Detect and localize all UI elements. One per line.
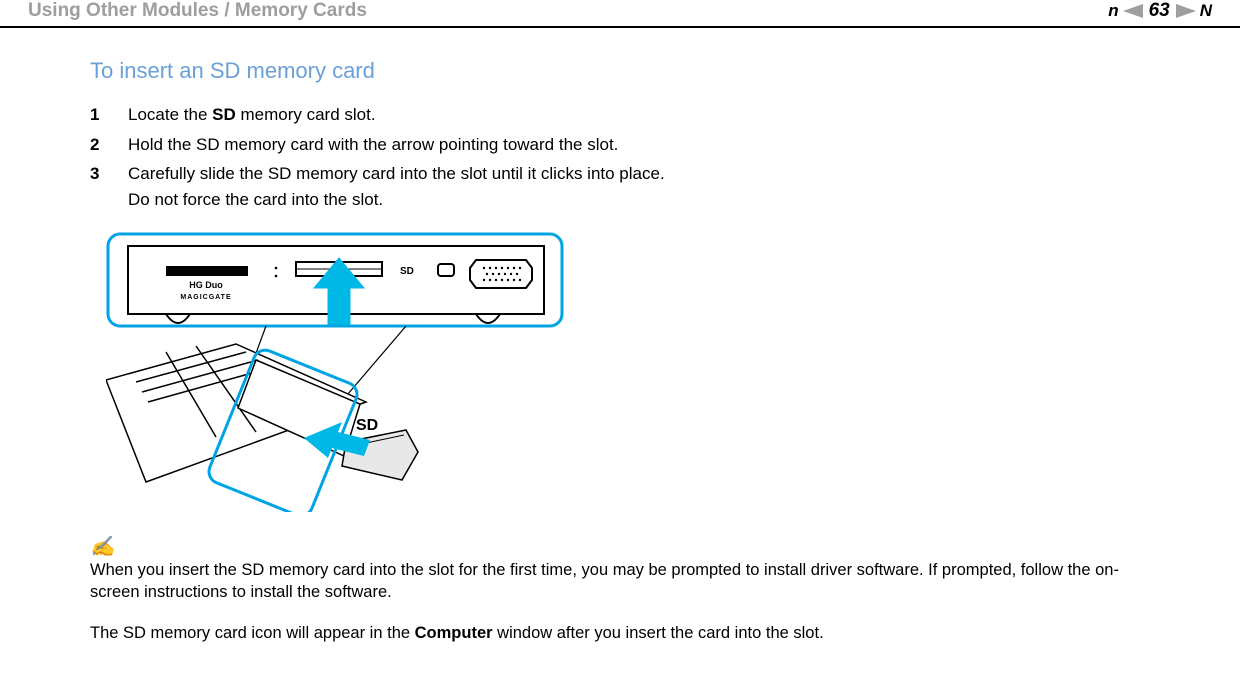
indicator-dot	[275, 267, 278, 270]
vga-port	[470, 260, 532, 288]
step-number: 1	[90, 102, 128, 128]
step-sub-text: Do not force the card into the slot.	[128, 190, 383, 209]
button-outline	[438, 264, 454, 276]
step-item: 3 Carefully slide the SD memory card int…	[90, 161, 1150, 212]
page-number: 63	[1149, 0, 1170, 22]
laptop-perspective	[106, 344, 366, 482]
note-block: ✍ When you insert the SD memory card int…	[90, 537, 1150, 644]
breadcrumb: Using Other Modules / Memory Cards	[28, 0, 367, 22]
step-text-part: memory card slot.	[236, 105, 376, 124]
nav-next-label: N	[1200, 1, 1212, 21]
arrow-right-icon[interactable]	[1176, 4, 1196, 18]
indicator-dot	[275, 275, 278, 278]
memorystick-slot	[166, 266, 248, 276]
page-navigation: n 63 N	[1108, 0, 1212, 22]
step-number: 3	[90, 161, 128, 212]
step-list: 1 Locate the SD memory card slot. 2 Hold…	[90, 102, 1150, 212]
section-title: To insert an SD memory card	[90, 58, 1150, 84]
step-text-part: Hold the SD memory card with the arrow p…	[128, 135, 618, 154]
illustration: HG Duo MAGICGATE SD	[106, 232, 1150, 517]
note-text-bold: Computer	[415, 624, 493, 642]
sd-slot-label: SD	[400, 266, 414, 277]
note-text-part: window after you insert the card into th…	[493, 624, 824, 642]
page-content: To insert an SD memory card 1 Locate the…	[0, 28, 1240, 644]
note-text-part: The SD memory card icon will appear in t…	[90, 624, 415, 642]
note-icon: ✍	[90, 537, 1150, 557]
step-text-part: Carefully slide the SD memory card into …	[128, 164, 665, 183]
hgduo-label: HG Duo	[189, 280, 223, 290]
step-text-bold: SD	[212, 105, 236, 124]
arrow-left-icon[interactable]	[1123, 4, 1143, 18]
step-text: Hold the SD memory card with the arrow p…	[128, 132, 1150, 158]
step-text: Carefully slide the SD memory card into …	[128, 161, 1150, 212]
note-text: The SD memory card icon will appear in t…	[90, 622, 1150, 644]
sd-insertion-diagram: HG Duo MAGICGATE SD	[106, 232, 566, 512]
step-item: 2 Hold the SD memory card with the arrow…	[90, 132, 1150, 158]
step-number: 2	[90, 132, 128, 158]
page-header: Using Other Modules / Memory Cards n 63 …	[0, 0, 1240, 28]
step-text-part: Locate the	[128, 105, 212, 124]
step-item: 1 Locate the SD memory card slot.	[90, 102, 1150, 128]
sd-side-label: SD	[356, 417, 378, 434]
magicgate-label: MAGICGATE	[180, 294, 231, 301]
note-text: When you insert the SD memory card into …	[90, 559, 1150, 604]
step-text: Locate the SD memory card slot.	[128, 102, 1150, 128]
nav-prev-label: n	[1108, 1, 1118, 21]
